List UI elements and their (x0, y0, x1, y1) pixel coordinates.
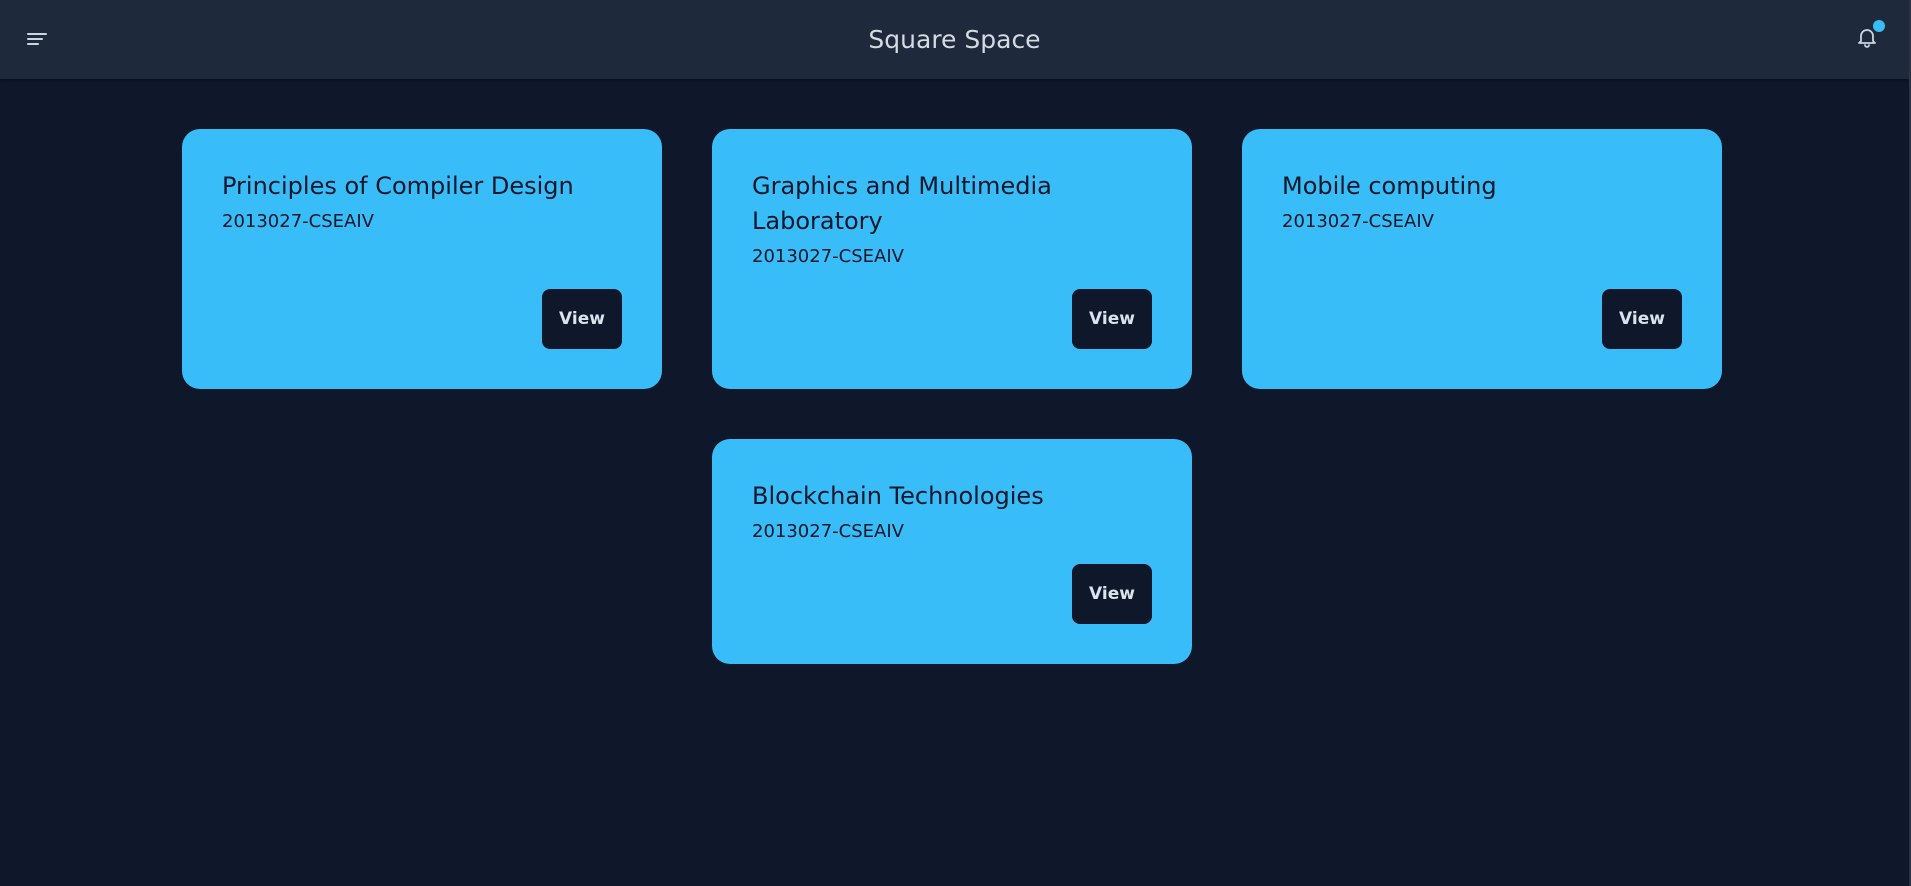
course-title: Graphics and Multimedia Laboratory (752, 172, 1052, 235)
app-title: Square Space (868, 25, 1041, 54)
course-title: Principles of Compiler Design (222, 172, 574, 200)
hamburger-menu-icon (26, 31, 48, 47)
view-course-button[interactable]: View (1072, 289, 1152, 349)
course-code: 2013027-CSEAIV (752, 521, 904, 542)
course-card: Mobile computing 2013027-CSEAIV View (1242, 129, 1722, 389)
view-course-button[interactable]: View (542, 289, 622, 349)
view-course-button[interactable]: View (1072, 564, 1152, 624)
top-navbar: Square Space (0, 0, 1909, 79)
course-code: 2013027-CSEAIV (1282, 211, 1434, 232)
menu-button[interactable] (20, 24, 54, 54)
page: Square Space Principles of Compiler Desi… (0, 0, 1911, 886)
course-card: Graphics and Multimedia Laboratory 20130… (712, 129, 1192, 389)
course-card: Principles of Compiler Design 2013027-CS… (182, 129, 662, 389)
course-code: 2013027-CSEAIV (752, 246, 904, 267)
course-title: Mobile computing (1282, 172, 1497, 200)
notification-badge (1873, 20, 1885, 32)
course-code: 2013027-CSEAIV (222, 211, 374, 232)
course-grid: Principles of Compiler Design 2013027-CS… (182, 129, 1722, 664)
view-course-button[interactable]: View (1602, 289, 1682, 349)
course-title: Blockchain Technologies (752, 482, 1044, 510)
course-card: Blockchain Technologies 2013027-CSEAIV V… (712, 439, 1192, 664)
